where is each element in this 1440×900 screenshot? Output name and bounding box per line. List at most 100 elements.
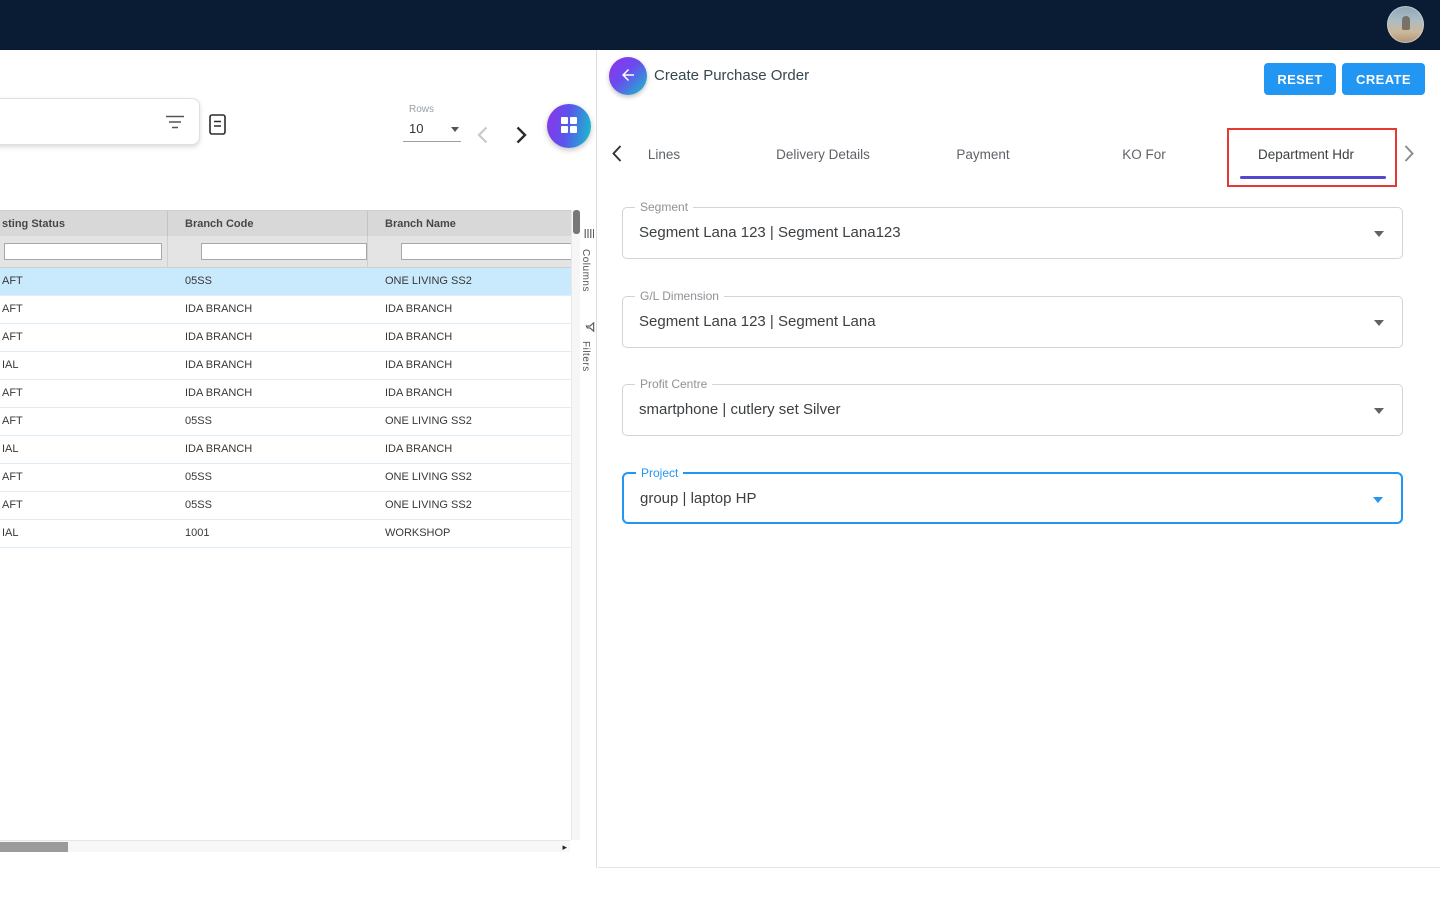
- rows-per-page: Rows 10: [403, 104, 461, 142]
- table-row[interactable]: AFT 05SS ONE LIVING SS2: [0, 492, 573, 520]
- column-header-branch-name[interactable]: Branch Name: [368, 211, 573, 236]
- cell-branch-name: IDA BRANCH: [368, 380, 573, 407]
- dropdown-caret-icon: [1374, 320, 1384, 326]
- table-row[interactable]: AFT 05SS ONE LIVING SS2: [0, 464, 573, 492]
- app-screen: Rows 10 sting Status Branch Code Branch …: [0, 0, 1440, 900]
- cell-branch-name: IDA BRANCH: [368, 324, 573, 351]
- column-header-posting-status[interactable]: sting Status: [0, 211, 168, 236]
- create-button[interactable]: CREATE: [1342, 63, 1425, 95]
- table-filter-row: [0, 236, 573, 268]
- cell-posting-status: AFT: [0, 324, 168, 351]
- horizontal-scrollbar-thumb[interactable]: [0, 842, 68, 852]
- tab-delivery-details[interactable]: Delivery Details: [743, 142, 903, 168]
- rows-label: Rows: [403, 104, 461, 115]
- table-row[interactable]: AFT IDA BRANCH IDA BRANCH: [0, 380, 573, 408]
- cell-posting-status: IAL: [0, 436, 168, 463]
- table-row[interactable]: AFT IDA BRANCH IDA BRANCH: [0, 296, 573, 324]
- next-page-button[interactable]: [516, 126, 530, 144]
- cell-branch-code: 05SS: [168, 492, 368, 519]
- reset-button[interactable]: RESET: [1264, 63, 1336, 95]
- cell-posting-status: IAL: [0, 520, 168, 547]
- field-value: smartphone | cutlery set Silver: [639, 385, 840, 435]
- filter-cell: [0, 236, 168, 268]
- back-button[interactable]: [609, 57, 647, 95]
- arrow-back-icon: [619, 66, 637, 87]
- tab-lines[interactable]: Lines: [604, 142, 724, 168]
- tab-payment[interactable]: Payment: [923, 142, 1043, 168]
- tabs-scroll-right-icon[interactable]: [1404, 145, 1416, 163]
- field-segment[interactable]: Segment Segment Lana 123 | Segment Lana1…: [622, 207, 1403, 259]
- table-row[interactable]: IAL 1001 WORKSHOP: [0, 520, 573, 548]
- grid-icon: [560, 116, 578, 137]
- search-box: [0, 98, 200, 145]
- horizontal-scrollbar: ▸: [0, 840, 570, 852]
- page-title: Create Purchase Order: [654, 67, 809, 84]
- cell-posting-status: AFT: [0, 380, 168, 407]
- previous-page-button[interactable]: [477, 126, 491, 144]
- orders-table: sting Status Branch Code Branch Name AFT…: [0, 210, 573, 548]
- table-row[interactable]: AFT 05SS ONE LIVING SS2: [0, 408, 573, 436]
- field-value: Segment Lana 123 | Segment Lana: [639, 297, 876, 347]
- table-row[interactable]: IAL IDA BRANCH IDA BRANCH: [0, 436, 573, 464]
- field-value: group | laptop HP: [640, 474, 756, 524]
- vertical-scrollbar: [571, 210, 580, 840]
- top-navbar: [0, 0, 1440, 50]
- cell-branch-code: 05SS: [168, 268, 368, 295]
- cell-branch-code: IDA BRANCH: [168, 436, 368, 463]
- grid-view-button[interactable]: [547, 104, 591, 148]
- cell-branch-code: IDA BRANCH: [168, 296, 368, 323]
- vertical-scrollbar-thumb[interactable]: [573, 210, 580, 234]
- cell-posting-status: IAL: [0, 352, 168, 379]
- filter-list-icon[interactable]: [166, 115, 184, 129]
- cell-branch-name: IDA BRANCH: [368, 352, 573, 379]
- side-tab-columns-label: Columns: [580, 249, 591, 292]
- filter-input-branch-code[interactable]: [201, 243, 367, 260]
- cell-posting-status: AFT: [0, 464, 168, 491]
- cell-branch-name: ONE LIVING SS2: [368, 492, 573, 519]
- cell-branch-code: IDA BRANCH: [168, 352, 368, 379]
- dropdown-caret-icon: [1374, 408, 1384, 414]
- cell-posting-status: AFT: [0, 492, 168, 519]
- tab-department-hdr[interactable]: Department Hdr: [1226, 142, 1386, 168]
- scroll-right-arrow-icon[interactable]: ▸: [562, 841, 567, 853]
- filter-cell: [368, 236, 573, 268]
- tab-ko-for[interactable]: KO For: [1084, 142, 1204, 168]
- field-gl-dimension[interactable]: G/L Dimension Segment Lana 123 | Segment…: [622, 296, 1403, 348]
- cell-posting-status: AFT: [0, 268, 168, 295]
- table-row[interactable]: IAL IDA BRANCH IDA BRANCH: [0, 352, 573, 380]
- field-project[interactable]: Project group | laptop HP: [622, 472, 1403, 524]
- cell-branch-name: ONE LIVING SS2: [368, 408, 573, 435]
- table-row[interactable]: AFT 05SS ONE LIVING SS2: [0, 268, 573, 296]
- filter-input-posting-status[interactable]: [4, 243, 162, 260]
- table-row[interactable]: AFT IDA BRANCH IDA BRANCH: [0, 324, 573, 352]
- active-tab-indicator: [1240, 176, 1386, 179]
- cell-branch-name: WORKSHOP: [368, 520, 573, 547]
- cell-branch-name: IDA BRANCH: [368, 296, 573, 323]
- column-header-branch-code[interactable]: Branch Code: [168, 211, 368, 236]
- duplicate-view-icon[interactable]: [205, 112, 231, 138]
- field-value: Segment Lana 123 | Segment Lana123: [639, 208, 901, 258]
- create-purchase-order-panel: Create Purchase Order RESET CREATE Lines…: [598, 50, 1440, 868]
- cell-branch-name: ONE LIVING SS2: [368, 268, 573, 295]
- search-input[interactable]: [1, 100, 161, 143]
- cell-branch-code: 05SS: [168, 464, 368, 491]
- funnel-icon: [580, 322, 598, 333]
- user-avatar[interactable]: [1387, 6, 1424, 43]
- cell-branch-code: IDA BRANCH: [168, 324, 368, 351]
- cell-branch-name: IDA BRANCH: [368, 436, 573, 463]
- cell-branch-code: IDA BRANCH: [168, 380, 368, 407]
- field-profit-centre[interactable]: Profit Centre smartphone | cutlery set S…: [622, 384, 1403, 436]
- cell-posting-status: AFT: [0, 296, 168, 323]
- table-header-row: sting Status Branch Code Branch Name: [0, 210, 573, 236]
- cell-branch-name: ONE LIVING SS2: [368, 464, 573, 491]
- filter-cell: [168, 236, 368, 268]
- cell-branch-code: 1001: [168, 520, 368, 547]
- filter-input-branch-name[interactable]: [401, 243, 572, 260]
- orders-list-panel: Rows 10 sting Status Branch Code Branch …: [0, 50, 597, 868]
- dropdown-caret-icon: [1374, 231, 1384, 237]
- rows-per-page-select[interactable]: 10: [403, 118, 461, 142]
- columns-icon: [584, 226, 594, 243]
- side-tab-filters[interactable]: Filters: [580, 318, 597, 372]
- side-tab-columns[interactable]: Columns: [580, 226, 597, 292]
- rows-per-page-value: 10: [409, 121, 423, 136]
